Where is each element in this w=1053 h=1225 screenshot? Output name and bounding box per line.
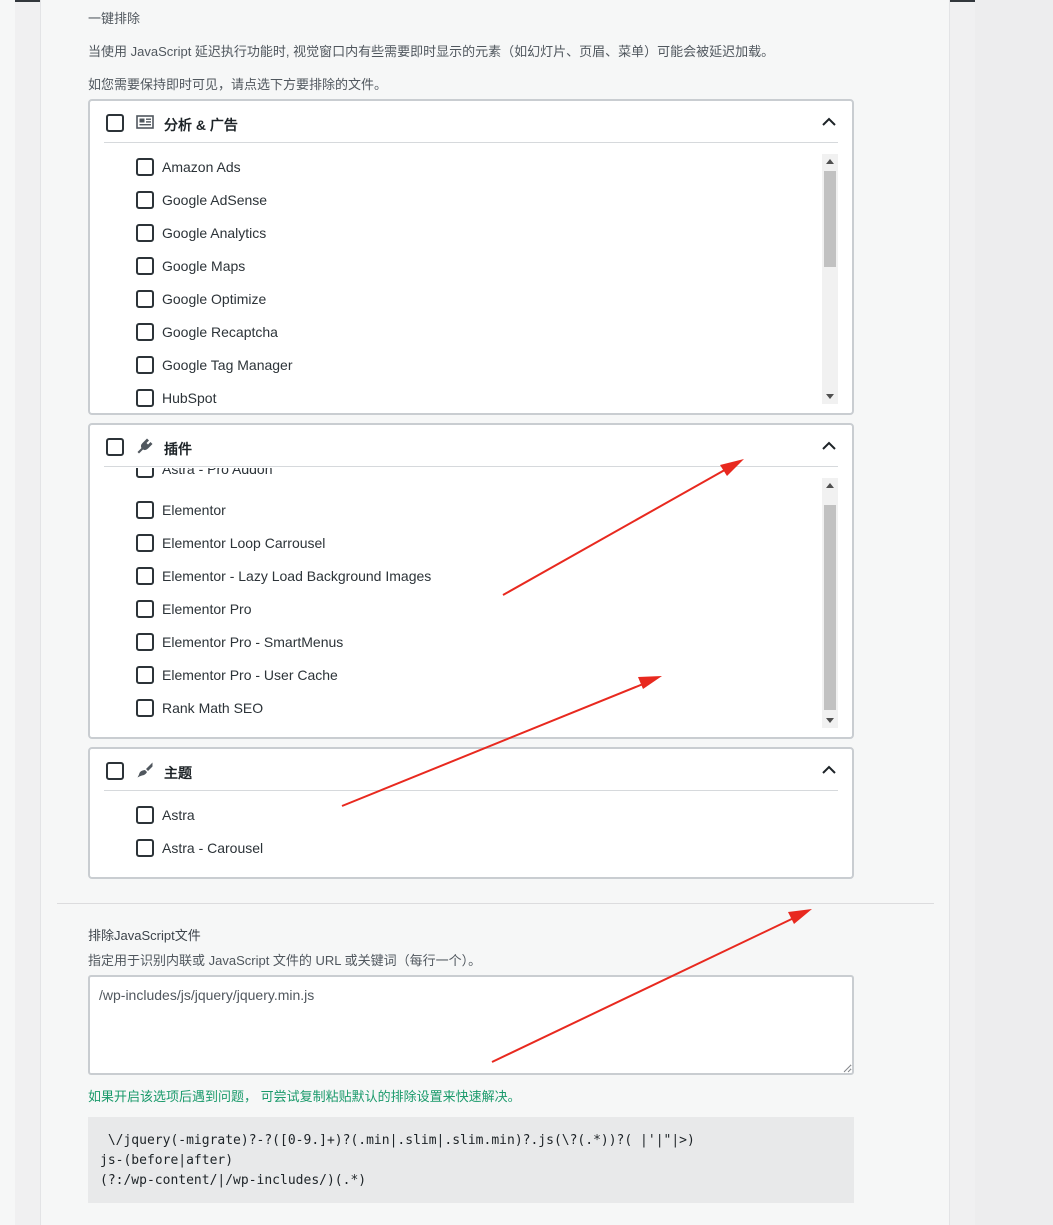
group-title: 插件 [164, 441, 192, 457]
group-themes: 主题 Astra Astra - Carousel [88, 747, 854, 879]
item-checkbox[interactable] [136, 600, 154, 618]
chevron-up-icon[interactable] [820, 437, 838, 455]
group-title: 分析 & 广告 [164, 117, 238, 133]
scroll-down-icon[interactable] [826, 718, 834, 723]
item-checkbox[interactable] [136, 666, 154, 684]
item-checkbox[interactable] [136, 389, 154, 407]
item-label: Astra [162, 807, 195, 823]
item-label: Elementor Pro [162, 601, 252, 617]
item-checkbox[interactable] [136, 356, 154, 374]
scroll-up-icon[interactable] [826, 483, 834, 488]
resize-handle-icon[interactable] [842, 1063, 852, 1073]
default-exclusions-code: \/jquery(-migrate)?-?([0-9.]+)?(.min|.sl… [88, 1117, 854, 1203]
item-label: Elementor Pro - User Cache [162, 667, 338, 683]
section-divider [57, 903, 934, 904]
item-checkbox[interactable] [136, 699, 154, 717]
item-label: Google Maps [162, 258, 246, 274]
item-label: Rank Math SEO [162, 700, 264, 716]
item-label: Elementor - Lazy Load Background Images [162, 568, 432, 584]
code-line: js-(before|after) [100, 1153, 234, 1168]
group-checkbox[interactable] [106, 762, 124, 780]
group-checkbox[interactable] [106, 114, 124, 132]
scrollbar-thumb[interactable] [824, 505, 836, 710]
item-label: HubSpot [162, 390, 217, 406]
plugin-icon [137, 438, 153, 454]
paintbrush-icon [137, 762, 153, 778]
item-label: Elementor Pro - SmartMenus [162, 634, 344, 650]
group-item-list: Astra Astra - Carousel [104, 799, 838, 875]
item-checkbox[interactable] [136, 224, 154, 242]
item-checkbox[interactable] [136, 567, 154, 585]
code-line: (?:/wp-content/|/wp-includes/)(.*) [100, 1173, 367, 1188]
item-checkbox[interactable] [136, 158, 154, 176]
item-checkbox[interactable] [136, 290, 154, 308]
group-title: 主题 [164, 765, 192, 781]
item-label: Elementor Loop Carrousel [162, 535, 326, 551]
group-checkbox[interactable] [106, 438, 124, 456]
code-line: \/jquery(-migrate)?-?([0-9.]+)?(.min|.sl… [100, 1133, 695, 1148]
item-label: Astra - Carousel [162, 840, 264, 856]
item-checkbox[interactable] [136, 191, 154, 209]
scroll-down-icon[interactable] [826, 394, 834, 399]
item-label: Amazon Ads [162, 159, 241, 175]
item-label: Google Recaptcha [162, 324, 278, 340]
left-gutter [0, 0, 15, 1225]
section-description: 当使用 JavaScript 延迟执行功能时, 视觉窗口内有些需要即时显示的元素… [88, 44, 775, 59]
item-label: Google Analytics [162, 225, 267, 241]
troubleshoot-hint: 如果开启该选项后遇到问题， 可尝试复制粘贴默认的排除设置来快速解决。 [88, 1089, 521, 1104]
group-header[interactable]: 主题 [104, 749, 838, 791]
section-title: 一键排除 [88, 11, 141, 26]
exclude-js-title: 排除JavaScript文件 [88, 928, 201, 943]
scrollbar-thumb[interactable] [824, 171, 836, 267]
item-checkbox[interactable] [136, 323, 154, 341]
item-checkbox[interactable] [136, 806, 154, 824]
item-label: Google AdSense [162, 192, 268, 208]
item-label: Elementor [162, 502, 226, 518]
list-scrollbar[interactable] [822, 478, 838, 728]
chevron-up-icon[interactable] [820, 113, 838, 131]
item-label: Google Tag Manager [162, 357, 293, 373]
item-checkbox[interactable] [136, 468, 154, 478]
right-gutter [975, 0, 1053, 1225]
scroll-up-icon[interactable] [826, 159, 834, 164]
item-checkbox[interactable] [136, 633, 154, 651]
section-instruction: 如您需要保持即时可见，请点选下方要排除的文件。 [88, 77, 388, 92]
item-checkbox[interactable] [136, 534, 154, 552]
list-scrollbar[interactable] [822, 154, 838, 404]
group-plugins: 插件 Astra - Pro Addon Elementor Elementor… [88, 423, 854, 739]
group-header[interactable]: 分析 & 广告 [104, 101, 838, 143]
newspaper-icon [136, 115, 154, 129]
exclude-js-description: 指定用于识别内联或 JavaScript 文件的 URL 或关键词（每行一个）。 [88, 953, 482, 968]
item-label: Google Optimize [162, 291, 267, 307]
item-checkbox[interactable] [136, 839, 154, 857]
item-checkbox[interactable] [136, 501, 154, 519]
item-checkbox[interactable] [136, 257, 154, 275]
group-header[interactable]: 插件 [104, 425, 838, 467]
exclude-js-textarea[interactable]: /wp-includes/js/jquery/jquery.min.js [88, 975, 854, 1075]
group-item-list: Amazon Ads Google AdSense Google Analyti… [104, 151, 820, 413]
chevron-up-icon[interactable] [820, 761, 838, 779]
item-label: Astra - Pro Addon [162, 468, 273, 477]
group-analytics-ads: 分析 & 广告 Amazon Ads Google AdSense Google… [88, 99, 854, 415]
group-item-list: Astra - Pro Addon Elementor Elementor Lo… [104, 468, 820, 737]
